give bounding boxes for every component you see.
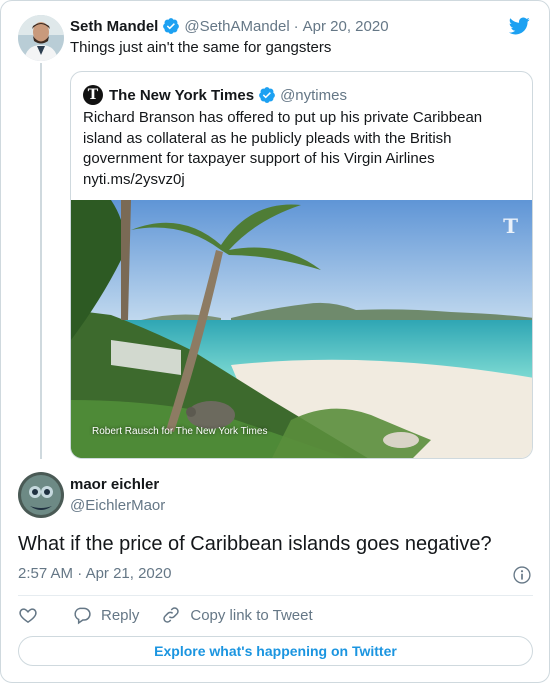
reply-label: Reply: [101, 606, 140, 624]
explore-twitter-button[interactable]: Explore what's happening on Twitter: [18, 636, 533, 666]
quoted-tweet-body: Richard Branson has offered to put up hi…: [83, 109, 483, 167]
thread-line: [40, 63, 42, 459]
original-tweet-text: Things just ain't the same for gangsters: [70, 39, 332, 56]
reply-author-handle[interactable]: @EichlerMaor: [70, 497, 165, 514]
reply-button[interactable]: Reply: [72, 605, 139, 625]
tweet-actions: Reply Copy link to Tweet: [18, 604, 313, 626]
nyt-watermark-icon: T: [503, 214, 518, 238]
embedded-tweet-card: Seth Mandel @SethAMandel · Apr 20, 2020 …: [0, 0, 550, 683]
photo-credit: Robert Rausch for The New York Times: [92, 426, 268, 437]
nyt-logo-icon: T: [83, 85, 103, 105]
quoted-author-handle[interactable]: @nytimes: [280, 87, 347, 104]
copy-link-label: Copy link to Tweet: [190, 606, 313, 624]
verified-badge-icon: [259, 87, 275, 103]
separator-dot: ·: [77, 565, 83, 582]
copy-link-button[interactable]: Copy link to Tweet: [161, 605, 313, 625]
original-tweet-header: Seth Mandel @SethAMandel · Apr 20, 2020: [70, 15, 389, 37]
info-icon[interactable]: [512, 565, 532, 585]
quoted-tweet-link[interactable]: nyti.ms/2ysvz0j: [83, 171, 185, 188]
reply-icon: [74, 607, 91, 625]
original-author-name[interactable]: Seth Mandel: [70, 18, 158, 35]
avatar-seth-mandel[interactable]: [18, 15, 64, 61]
like-button[interactable]: [18, 605, 38, 625]
quoted-tweet-header: T The New York Times @nytimes: [83, 84, 347, 106]
quoted-tweet[interactable]: T The New York Times @nytimes Richard Br…: [70, 71, 533, 459]
original-author-handle[interactable]: @SethAMandel: [184, 18, 289, 35]
reply-author-name[interactable]: maor eichler: [70, 476, 159, 493]
verified-badge-icon: [163, 18, 180, 34]
avatar-maor-eichler[interactable]: [18, 472, 64, 518]
quoted-tweet-text: Richard Branson has offered to put up hi…: [83, 108, 523, 190]
reply-tweet-text: What if the price of Caribbean islands g…: [18, 533, 492, 555]
beach-photo[interactable]: T Robert Rausch for The New York Times: [71, 200, 532, 458]
copy-link-icon: [163, 607, 180, 623]
original-tweet-date[interactable]: Apr 20, 2020: [303, 18, 389, 35]
separator-dot: ·: [293, 17, 299, 35]
heart-icon: [19, 608, 37, 623]
divider: [18, 595, 533, 596]
reply-date[interactable]: Apr 21, 2020: [86, 565, 172, 582]
twitter-bird-icon[interactable]: [507, 15, 531, 37]
quoted-author-name[interactable]: The New York Times: [109, 87, 254, 104]
reply-time[interactable]: 2:57 AM: [18, 565, 73, 582]
reply-timestamp[interactable]: 2:57 AM · Apr 21, 2020: [18, 565, 171, 582]
